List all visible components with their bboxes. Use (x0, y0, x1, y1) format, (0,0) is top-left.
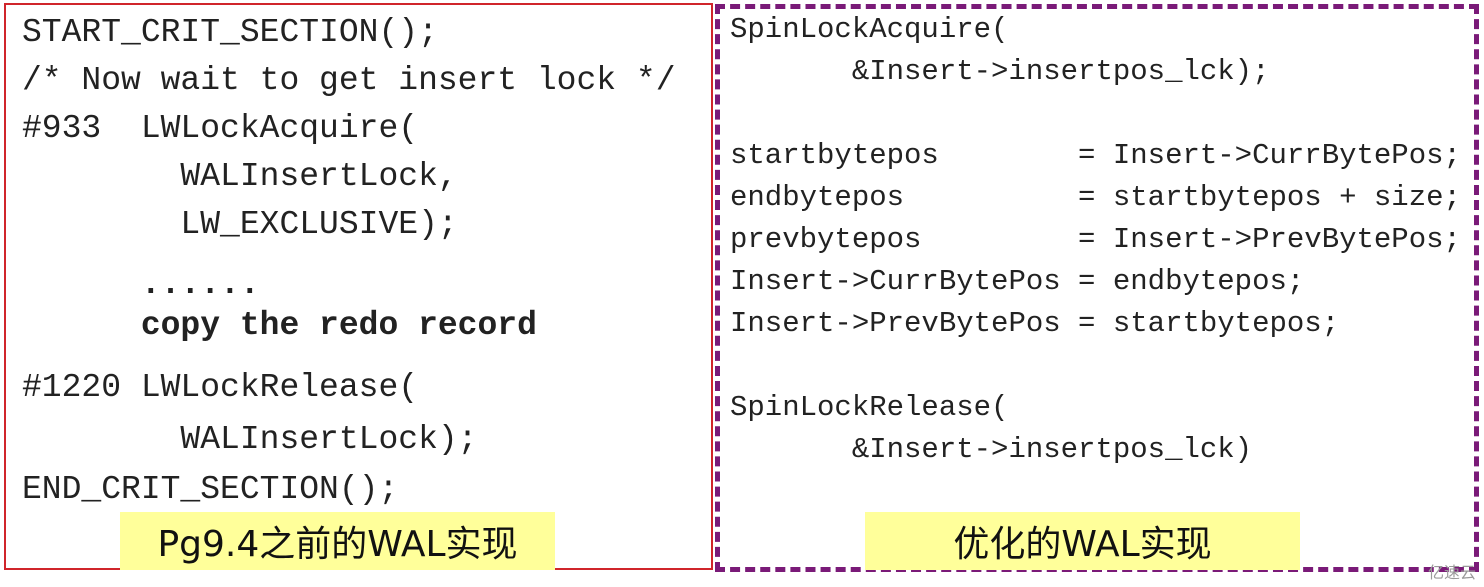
code-line: #1220 LWLockRelease( (22, 369, 419, 406)
code-line: startbytepos = Insert->CurrBytePos; (730, 139, 1461, 172)
code-line: endbytepos = startbytepos + size; (730, 181, 1461, 214)
code-line: WALInsertLock); (22, 421, 478, 458)
code-line: &Insert->insertpos_lck); (730, 55, 1270, 88)
code-line: Insert->PrevBytePos = startbytepos; (730, 307, 1340, 340)
code-line: END_CRIT_SECTION(); (22, 471, 399, 508)
code-line: SpinLockAcquire( (730, 13, 1009, 46)
code-line-bold: copy the redo record (22, 307, 537, 344)
code-line: #933 LWLockAcquire( (22, 110, 419, 147)
watermark-logo: 亿速云 (1427, 563, 1476, 582)
optimized-caption: 优化的WAL实现 (865, 512, 1300, 570)
code-line: START_CRIT_SECTION(); (22, 14, 438, 51)
code-line: Insert->CurrBytePos = endbytepos; (730, 265, 1305, 298)
code-line: /* Now wait to get insert lock */ (22, 62, 676, 99)
code-line: WALInsertLock, (22, 158, 458, 195)
pre-94-caption: Pg9.4之前的WAL实现 (120, 512, 555, 570)
code-line: &Insert->insertpos_lck) (730, 433, 1253, 466)
code-line: ...... (22, 266, 260, 303)
code-line: prevbytepos = Insert->PrevBytePos; (730, 223, 1461, 256)
code-line: LW_EXCLUSIVE); (22, 206, 458, 243)
code-line: SpinLockRelease( (730, 391, 1009, 424)
